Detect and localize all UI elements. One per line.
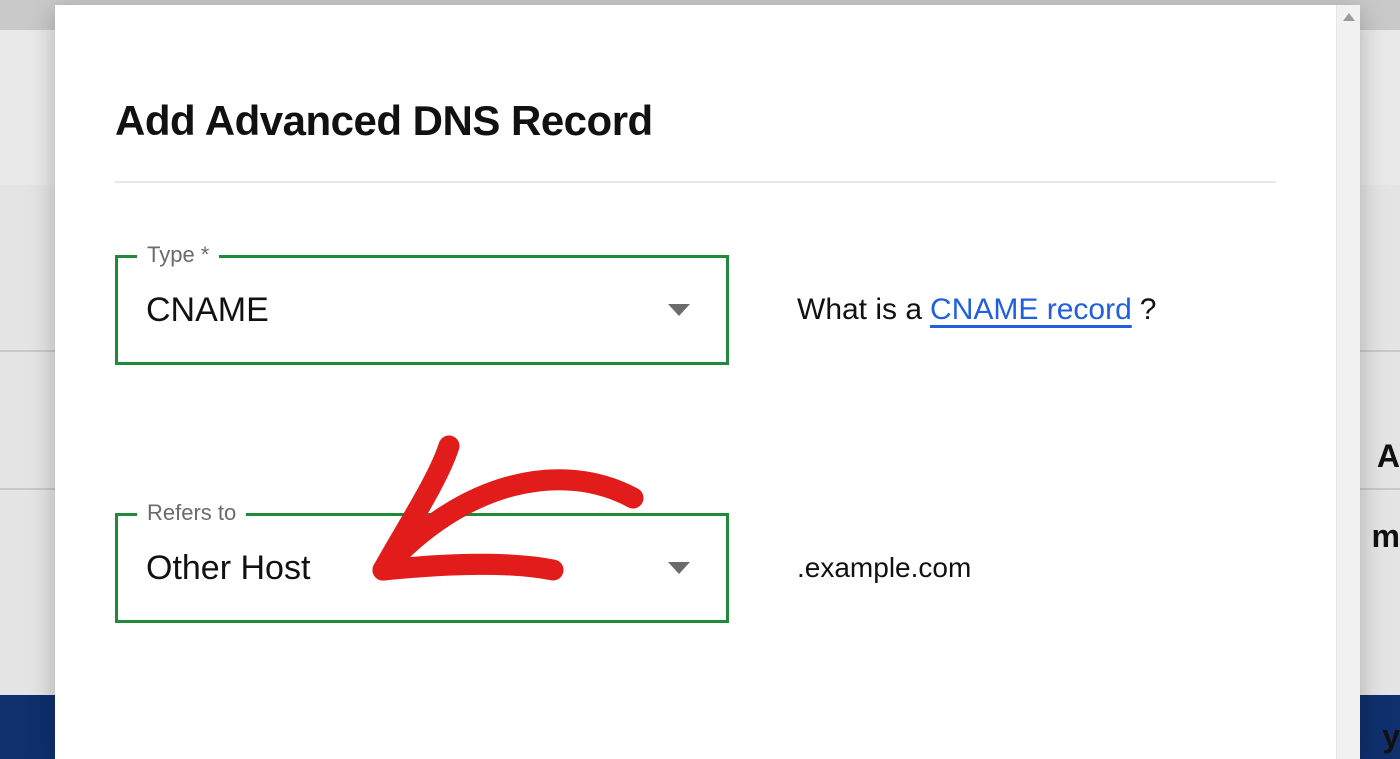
modal-scrollbar[interactable] xyxy=(1336,5,1360,759)
help-suffix: ? xyxy=(1140,293,1157,327)
scrollbar-up-arrow-icon[interactable] xyxy=(1337,5,1360,29)
chevron-down-icon xyxy=(668,562,690,574)
cname-record-help-link[interactable]: CNAME record xyxy=(930,293,1132,327)
bg-truncated-text: y xyxy=(1382,720,1400,752)
type-select-value: CNAME xyxy=(146,291,668,330)
domain-suffix-text: .example.com xyxy=(797,552,971,584)
chevron-down-icon xyxy=(668,304,690,316)
modal-title: Add Advanced DNS Record xyxy=(115,97,1276,145)
type-field-label: Type * xyxy=(137,242,219,268)
refers-to-field-row: Refers to Other Host .example.com xyxy=(115,513,1276,623)
bg-truncated-text: A xyxy=(1377,440,1400,472)
type-field-row: Type * CNAME What is a CNAME record ? xyxy=(115,255,1276,365)
type-select-wrap: Type * CNAME xyxy=(115,255,729,365)
refers-to-select-wrap: Refers to Other Host xyxy=(115,513,729,623)
modal-body: Add Advanced DNS Record Type * CNAME Wha… xyxy=(55,5,1336,759)
type-select[interactable]: CNAME xyxy=(115,255,729,365)
title-divider xyxy=(115,181,1276,183)
refers-to-field-label: Refers to xyxy=(137,500,246,526)
help-prefix: What is a xyxy=(797,293,922,327)
refers-to-select-value: Other Host xyxy=(146,549,668,588)
refers-to-select[interactable]: Other Host xyxy=(115,513,729,623)
bg-truncated-text: m xyxy=(1372,520,1400,552)
type-help-text: What is a CNAME record ? xyxy=(797,293,1156,327)
add-dns-record-modal: Add Advanced DNS Record Type * CNAME Wha… xyxy=(55,5,1360,759)
